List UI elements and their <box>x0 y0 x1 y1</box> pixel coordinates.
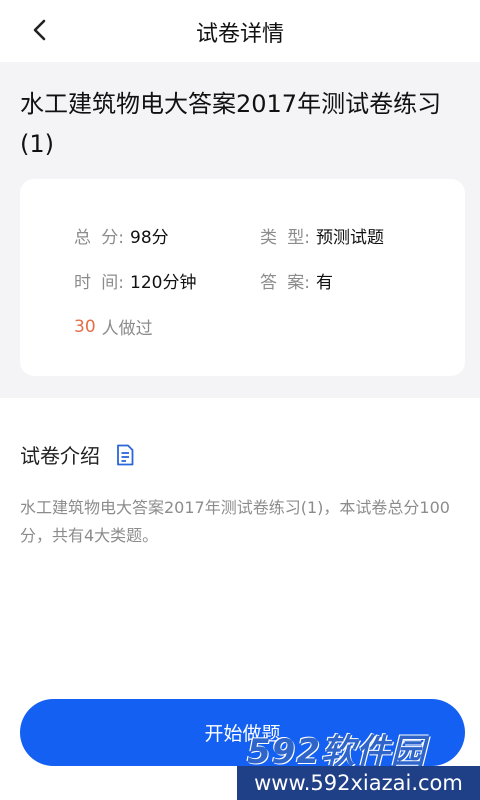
navbar: 试卷详情 <box>0 0 480 62</box>
exam-title: 水工建筑物电大答案2017年测试卷练习(1) <box>20 90 442 158</box>
exam-summary-section: 水工建筑物电大答案2017年测试卷练习(1) 总分: 98分 类型: 预测试题 … <box>0 62 480 398</box>
score-value: 98分 <box>130 228 169 248</box>
page-title: 试卷详情 <box>195 22 284 47</box>
done-count-row: 30 人做过 <box>74 314 153 340</box>
answer-label: 答案: <box>260 273 310 293</box>
intro-text: 水工建筑物电大答案2017年测试卷练习(1)，本试卷总分100分，共有4大类题。 <box>20 498 450 545</box>
type-label: 类型: <box>260 228 310 248</box>
score-row: 总分: 98分 <box>74 223 169 248</box>
time-row: 时间: 120分钟 <box>74 268 196 293</box>
watermark-url: www.592xiazai.com <box>237 766 480 800</box>
done-count: 30 <box>74 316 96 337</box>
score-label: 总分: <box>74 228 124 248</box>
document-icon <box>116 444 134 466</box>
intro-title: 试卷介绍 <box>20 444 100 468</box>
type-row: 类型: 预测试题 <box>260 223 384 248</box>
answer-row: 答案: 有 <box>260 268 333 293</box>
done-count-label: 人做过 <box>101 319 153 339</box>
intro-header: 试卷介绍 <box>20 440 134 469</box>
exam-intro-section: 试卷介绍 水工建筑物电大答案2017年测试卷练习(1)，本试卷总分100分，共有… <box>0 398 480 698</box>
time-value: 120分钟 <box>130 273 197 293</box>
type-value: 预测试题 <box>316 228 384 248</box>
answer-value: 有 <box>316 273 333 293</box>
watermark: 592软件园 www.592xiazai.com <box>237 718 480 800</box>
exam-info-card: 总分: 98分 类型: 预测试题 时间: 120分钟 答案: 有 30 人做过 <box>20 179 465 376</box>
time-label: 时间: <box>74 273 124 293</box>
